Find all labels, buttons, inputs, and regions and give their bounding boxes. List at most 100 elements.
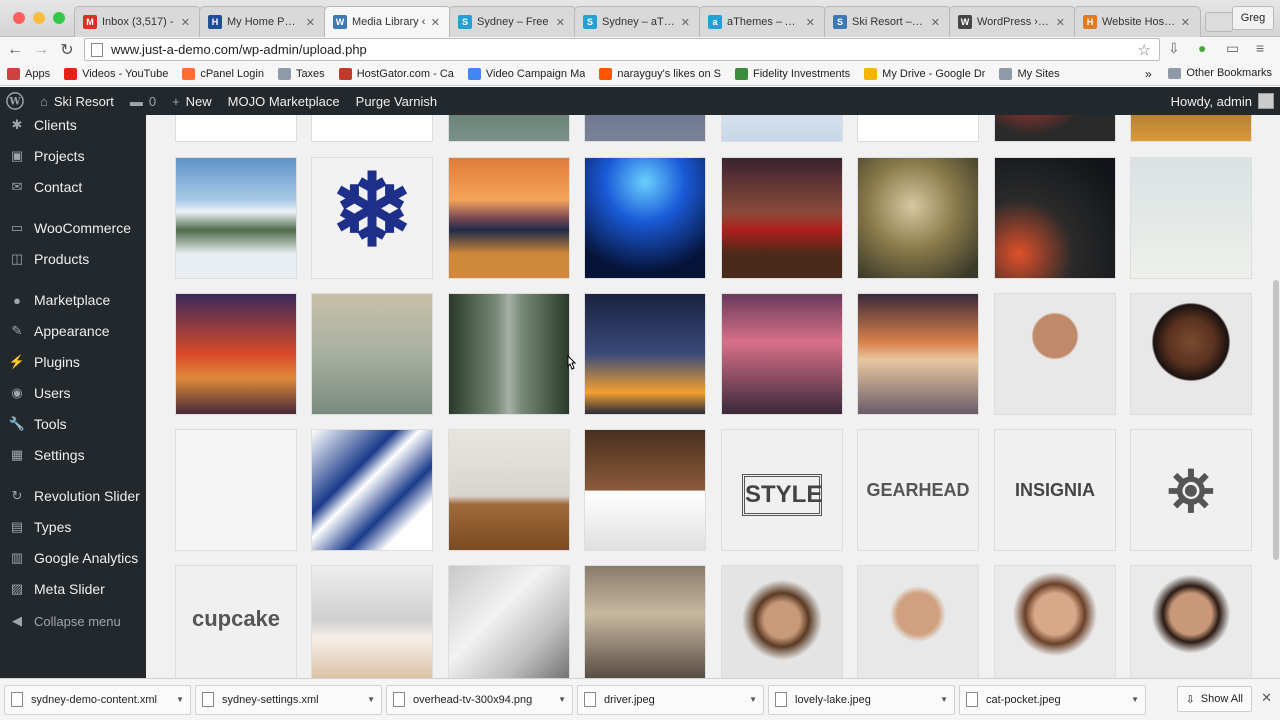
evernote-ext-icon[interactable]: ●	[1198, 40, 1206, 56]
sidebar-item-types[interactable]: ▤ Types	[0, 513, 146, 541]
thumb-cupcake-logo[interactable]: cupcake	[175, 565, 297, 678]
close-tab-icon[interactable]: ✕	[806, 16, 815, 29]
bookmark-item[interactable]: My Drive - Google Dr	[864, 67, 985, 80]
thumb-style-logo[interactable]: STYLE	[721, 429, 843, 551]
thumb-ipad-keyboard[interactable]	[584, 429, 706, 551]
close-tab-icon[interactable]: ✕	[306, 16, 315, 29]
close-tab-icon[interactable]: ✕	[556, 16, 565, 29]
thumb-desk-glasses[interactable]	[448, 429, 570, 551]
new-tab-button[interactable]	[1205, 12, 1233, 32]
thumb-woman-glasses[interactable]	[721, 565, 843, 678]
new-content-link[interactable]: + New	[164, 87, 220, 115]
collapse-menu-button[interactable]: ◀ Collapse menu	[0, 607, 146, 635]
close-tab-icon[interactable]: ✕	[431, 16, 440, 29]
sidebar-item-marketplace[interactable]: ● Marketplace	[0, 286, 146, 314]
reload-icon[interactable]: ↻	[54, 40, 80, 60]
thumb-gearhead-logo[interactable]: GEARHEAD	[857, 429, 979, 551]
sidebar-item-clients[interactable]: ✱ Clients	[0, 111, 146, 139]
thumb-red-car[interactable]	[721, 157, 843, 279]
close-tab-icon[interactable]: ✕	[931, 16, 940, 29]
thumb-woman-field[interactable]	[857, 157, 979, 279]
sidebar-item-settings[interactable]: ▦ Settings	[0, 441, 146, 469]
purge-varnish-link[interactable]: Purge Varnish	[348, 87, 445, 115]
thumb-sky-plane[interactable]	[1130, 157, 1252, 279]
screen-ext-icon[interactable]: ▭	[1226, 40, 1239, 57]
maximize-window-button[interactable]	[53, 12, 65, 24]
thumb-top-1[interactable]	[175, 115, 297, 142]
thumb-forest-road[interactable]	[448, 293, 570, 415]
tab-8[interactable]: H Website Hosting ✕	[1074, 6, 1201, 37]
chevron-down-icon[interactable]: ▼	[558, 695, 566, 704]
mojo-marketplace-link[interactable]: MOJO Marketplace	[220, 87, 348, 115]
thumb-puzzle[interactable]	[448, 565, 570, 678]
bookmark-item[interactable]: Apps	[7, 67, 50, 80]
download-item[interactable]: sydney-demo-content.xml ▼	[4, 684, 191, 715]
bookmark-item[interactable]: Fidelity Investments	[734, 67, 850, 80]
sidebar-item-projects[interactable]: ▣ Projects	[0, 142, 146, 170]
thumb-iphones[interactable]	[311, 429, 433, 551]
forward-arrow-icon[interactable]: →	[28, 41, 54, 59]
minimize-window-button[interactable]	[33, 12, 45, 24]
download-item[interactable]: driver.jpeg ▼	[577, 684, 764, 715]
show-all-downloads-button[interactable]: ⇩ Show All	[1176, 686, 1252, 712]
tab-2[interactable]: W Media Library ‹ ✕	[324, 6, 451, 37]
thumb-top-5[interactable]	[721, 115, 843, 142]
thumb-flying-robot[interactable]	[721, 293, 843, 415]
thumb-city-street[interactable]	[584, 565, 706, 678]
account-menu[interactable]: Howdy, admin	[1171, 87, 1274, 115]
menu-icon[interactable]: ≡	[1256, 40, 1264, 56]
thumb-top-7[interactable]	[994, 115, 1116, 142]
sidebar-item-plugins[interactable]: ⚡ Plugins	[0, 348, 146, 376]
thumb-top-2[interactable]	[311, 115, 433, 142]
scrollbar-thumb[interactable]	[1273, 280, 1279, 560]
thumb-girl-dock[interactable]	[857, 293, 979, 415]
thumb-smiling-man[interactable]	[1130, 565, 1252, 678]
chevron-down-icon[interactable]: ▼	[749, 695, 757, 704]
address-bar[interactable]: www.just-a-demo.com/wp-admin/upload.php …	[84, 38, 1160, 61]
download-item[interactable]: cat-pocket.jpeg ▼	[959, 684, 1146, 715]
thumb-snowy-mountains[interactable]	[175, 157, 297, 279]
thumb-man-portrait[interactable]	[994, 293, 1116, 415]
thumb-man-bowtie[interactable]	[857, 565, 979, 678]
bookmark-item[interactable]: HostGator.com - Ca	[338, 67, 454, 80]
tab-6[interactable]: S Ski Resort – Jus ✕	[824, 6, 951, 37]
download-item[interactable]: lovely-lake.jpeg ▼	[768, 684, 955, 715]
thumb-airplane[interactable]	[584, 293, 706, 415]
bookmark-item[interactable]: narayguy's likes on S	[599, 67, 721, 80]
bookmark-item[interactable]: cPanel Login	[182, 67, 264, 80]
sidebar-item-meta-slider[interactable]: ▨ Meta Slider	[0, 575, 146, 603]
sidebar-item-woocommerce[interactable]: ▭ WooCommerce	[0, 214, 146, 242]
tab-7[interactable]: W WordPress › Sy ✕	[949, 6, 1076, 37]
sidebar-item-google-analytics[interactable]: ▥ Google Analytics	[0, 544, 146, 572]
thumb-smiling-woman[interactable]	[994, 565, 1116, 678]
close-tab-icon[interactable]: ✕	[181, 16, 190, 29]
thumb-lighthouse-logo[interactable]: ⛯	[1130, 429, 1252, 551]
thumb-woman-portrait[interactable]	[1130, 293, 1252, 415]
tab-5[interactable]: a aThemes – Awe ✕	[699, 6, 826, 37]
download-item[interactable]: overhead-tv-300x94.png ▼	[386, 684, 573, 715]
bookmark-item[interactable]: Videos - YouTube	[64, 67, 168, 80]
sidebar-item-tools[interactable]: 🔧 Tools	[0, 410, 146, 438]
close-tab-icon[interactable]: ✕	[1056, 16, 1065, 29]
sidebar-item-users[interactable]: ◉ Users	[0, 379, 146, 407]
thumb-top-8[interactable]	[1130, 115, 1252, 142]
thumb-concert[interactable]	[584, 157, 706, 279]
thumb-top-3[interactable]	[448, 115, 570, 142]
tab-0[interactable]: M Inbox (3,517) - ✕	[74, 6, 201, 37]
scrollbar[interactable]	[1272, 115, 1280, 678]
other-bookmarks[interactable]: Other Bookmarks	[1168, 67, 1272, 79]
profile-button[interactable]: Greg	[1232, 6, 1274, 30]
thumb-bicycle-night[interactable]	[994, 157, 1116, 279]
close-tab-icon[interactable]: ✕	[681, 16, 690, 29]
thumb-businessman[interactable]	[175, 429, 297, 551]
thumb-liberty-lightning[interactable]	[175, 293, 297, 415]
close-tab-icon[interactable]: ✕	[1181, 16, 1190, 29]
sidebar-item-revolution-slider[interactable]: ↻ Revolution Slider	[0, 482, 146, 510]
sidebar-item-contact[interactable]: ✉ Contact	[0, 173, 146, 201]
chevron-down-icon[interactable]: ▼	[1131, 695, 1139, 704]
thumb-daisy-lake[interactable]	[311, 293, 433, 415]
bookmark-star-icon[interactable]: ☆	[1138, 41, 1151, 59]
sidebar-item-appearance[interactable]: ✎ Appearance	[0, 317, 146, 345]
thumb-snowflake[interactable]: ❄	[311, 157, 433, 279]
close-window-button[interactable]	[13, 12, 25, 24]
